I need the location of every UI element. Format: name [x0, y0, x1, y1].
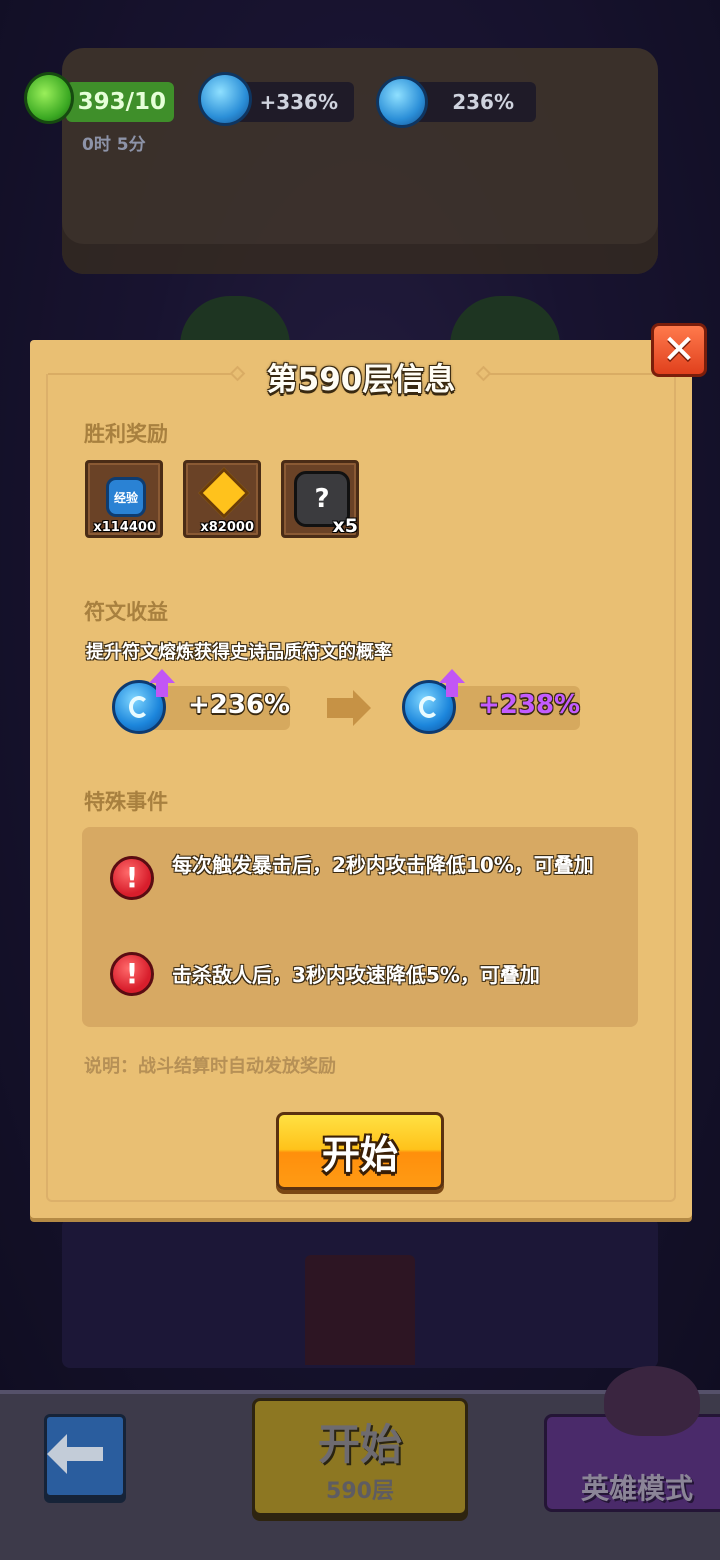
close-icon: ✕ [662, 327, 696, 373]
special-events-title: 特殊事件 [84, 790, 168, 814]
exp-label: 经验 [113, 490, 138, 505]
reward-count: x82000 [200, 520, 254, 535]
reward-weapon-shard[interactable]: x82000 [183, 460, 261, 538]
rune-icon[interactable] [376, 76, 428, 128]
energy-timer: 0时 5分 [82, 135, 146, 155]
mystery-mark: ? [314, 484, 330, 514]
warning-icon: ! [110, 856, 154, 900]
warning-icon: ! [110, 952, 154, 996]
special-event-item: 每次触发暴击后，2秒内攻击降低10%，可叠加 [172, 853, 594, 877]
victory-rewards-title: 胜利奖励 [84, 422, 168, 446]
rune-current-value: +236% [188, 690, 291, 720]
bow-diamond-icon [198, 467, 250, 519]
upgrade-arrow-icon [439, 669, 465, 697]
energy-counter: 393/10 [66, 82, 174, 122]
bottom-start-label: 开始 [317, 1420, 402, 1469]
potion-icon [24, 72, 74, 124]
bottom-floor-label: 590层 [326, 1479, 394, 1504]
rune-bonus-pill: 236% [410, 82, 536, 122]
energy-value: 393/10 [77, 89, 166, 115]
bottom-start-button[interactable]: 开始 590层 [252, 1398, 468, 1516]
time-boost-icon[interactable] [198, 72, 252, 126]
arrow-left-icon [47, 1434, 103, 1474]
arrow-right-icon [327, 690, 371, 726]
hero-mode-label: 英雄模式 [581, 1472, 694, 1505]
reward-exp[interactable]: 经验 x114400 [85, 460, 163, 538]
demon-head-icon [604, 1366, 700, 1436]
rune-bonus-value: 236% [452, 90, 514, 114]
reward-count: x114400 [93, 520, 156, 535]
rune-income-description: 提升符文熔炼获得史诗品质符文的概率 [86, 642, 392, 663]
special-events-box: ! 每次触发暴击后，2秒内攻击降低10%，可叠加 ! 击杀敌人后，3秒内攻速降低… [82, 827, 638, 1027]
upgrade-arrow-icon [149, 669, 175, 697]
rune-income-title: 符文收益 [84, 600, 168, 624]
exp-badge-icon: 经验 [106, 477, 146, 517]
back-button[interactable] [44, 1414, 126, 1498]
special-event-item: 击杀敌人后，3秒内攻速降低5%，可叠加 [172, 963, 540, 987]
start-button[interactable]: 开始 [276, 1112, 444, 1190]
dialog-title: 第590层信息 [266, 362, 456, 398]
reward-note: 说明：战斗结算时自动发放奖励 [84, 1056, 336, 1077]
close-button[interactable]: ✕ [651, 323, 707, 377]
speed-bonus-value: +336% [259, 90, 338, 114]
reward-mystery[interactable]: ? x5 [281, 460, 359, 538]
rune-orb-icon [112, 669, 175, 734]
rune-orb-icon [402, 669, 465, 734]
reward-count: x5 [332, 515, 358, 537]
rune-next-value: +238% [478, 690, 581, 720]
floor-info-dialog: 第590层信息 胜利奖励 经验 x114400 x82000 ? x5 符文收益… [30, 340, 692, 1218]
